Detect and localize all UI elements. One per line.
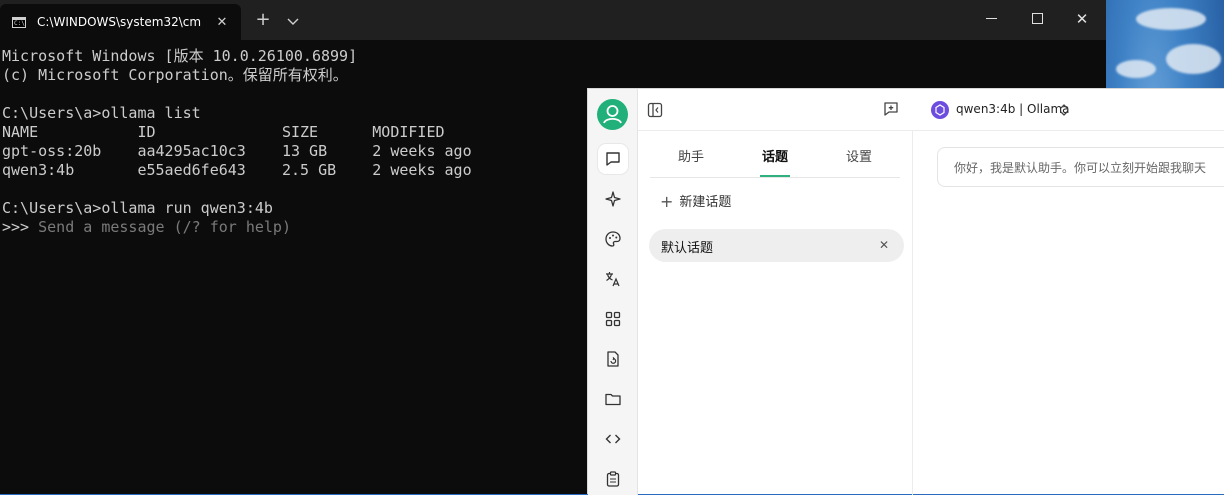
tab-close-icon[interactable]: ✕	[212, 13, 232, 33]
new-topic-button[interactable]: + 新建话题	[660, 191, 731, 211]
new-topic-label: 新建话题	[679, 195, 732, 210]
minimize-icon	[986, 18, 997, 19]
maximize-icon	[1032, 13, 1043, 24]
console-prompt: >>>	[2, 218, 39, 236]
close-icon[interactable]: ✕	[875, 236, 893, 254]
folder-icon	[605, 393, 621, 406]
app-header: qwen3:4b | Ollama	[638, 89, 1224, 131]
console-line: qwen3:4b e55aed6fe643 2.5 GB 2 weeks ago	[2, 161, 472, 179]
tabs-divider	[650, 177, 900, 178]
console-line: NAME ID SIZE MODIFIED	[2, 123, 445, 141]
sidebar-item-paint[interactable]	[598, 224, 628, 254]
sidebar-item-files[interactable]	[598, 384, 628, 414]
sidebar-item-translate[interactable]	[598, 264, 628, 294]
active-tab-indicator	[760, 175, 790, 177]
assistant-greeting-message: 你好，我是默认助手。你可以立刻开始跟我聊天	[937, 147, 1224, 187]
console-line: Microsoft Windows [版本 10.0.26100.6899]	[2, 47, 358, 65]
model-label: qwen3:4b | Ollama	[956, 102, 1070, 116]
console-line: C:\Users\a>ollama list	[2, 104, 201, 122]
wallpaper-cloud	[1166, 44, 1221, 74]
sidebar-item-notes[interactable]	[598, 464, 628, 494]
tab-title: C:\WINDOWS\system32\cmd.e	[37, 15, 201, 29]
terminal-tab[interactable]: C:\WINDOWS\system32\cmd.e ✕	[0, 4, 241, 40]
minimize-button[interactable]	[972, 6, 1012, 32]
app-sidebar	[588, 89, 638, 495]
console-line: C:\Users\a>ollama run qwen3:4b	[2, 199, 273, 217]
user-icon	[603, 105, 622, 124]
close-button[interactable]: ✕	[1062, 6, 1102, 32]
new-tab-button[interactable]: +	[253, 9, 273, 31]
sidebar-item-code[interactable]	[598, 424, 628, 454]
topics-panel: 助手 话题 设置 + 新建话题 默认话题 ✕	[638, 131, 913, 495]
sidebar-toggle-icon[interactable]	[646, 101, 664, 123]
close-icon: ✕	[1075, 10, 1089, 28]
ollama-model-icon	[931, 101, 949, 119]
console-line: gpt-oss:20b aa4295ac10c3 13 GB 2 weeks a…	[2, 142, 472, 160]
cmd-icon	[12, 17, 26, 28]
maximize-button[interactable]	[1017, 6, 1057, 32]
wallpaper-cloud	[1136, 8, 1206, 30]
console-output[interactable]: Microsoft Windows [版本 10.0.26100.6899] (…	[2, 47, 472, 237]
wallpaper-cloud	[1116, 60, 1156, 78]
code-icon	[605, 434, 621, 444]
new-chat-icon[interactable]	[882, 100, 900, 122]
grid-icon	[605, 311, 621, 327]
sparkle-icon	[605, 191, 621, 207]
sidebar-item-apps[interactable]	[598, 304, 628, 334]
chat-app-window: qwen3:4b | Ollama 助手 话题 设置 + 新建话题 默认话题 ✕ …	[587, 88, 1224, 495]
avatar[interactable]	[597, 99, 628, 130]
palette-icon	[605, 231, 621, 247]
sidebar-item-chat[interactable]	[598, 144, 628, 174]
chat-area: 你好，我是默认助手。你可以立刻开始跟我聊天	[913, 131, 1224, 495]
tab-assistants[interactable]: 助手	[678, 146, 704, 165]
console-placeholder: Send a message (/? for help)	[38, 218, 291, 236]
chevron-down-icon[interactable]	[284, 11, 302, 31]
console-prompt-line[interactable]: >>> Send a message (/? for help)	[2, 218, 472, 237]
sidebar-item-knowledge[interactable]	[598, 344, 628, 374]
terminal-titlebar: C:\WINDOWS\system32\cmd.e ✕ + ✕	[0, 0, 1106, 40]
console-line: (c) Microsoft Corporation。保留所有权利。	[2, 66, 348, 84]
clipboard-icon	[606, 471, 620, 487]
tab-settings[interactable]: 设置	[846, 146, 872, 165]
topic-item[interactable]: 默认话题 ✕	[649, 229, 904, 262]
sidebar-item-agents[interactable]	[598, 184, 628, 214]
tab-topics[interactable]: 话题	[762, 146, 788, 165]
document-refresh-icon	[607, 351, 619, 367]
plus-icon: +	[660, 192, 674, 211]
translate-icon	[606, 272, 620, 287]
chat-bubble-icon	[606, 152, 620, 166]
topic-label: 默认话题	[661, 241, 714, 256]
chevron-updown-icon	[1058, 102, 1070, 122]
